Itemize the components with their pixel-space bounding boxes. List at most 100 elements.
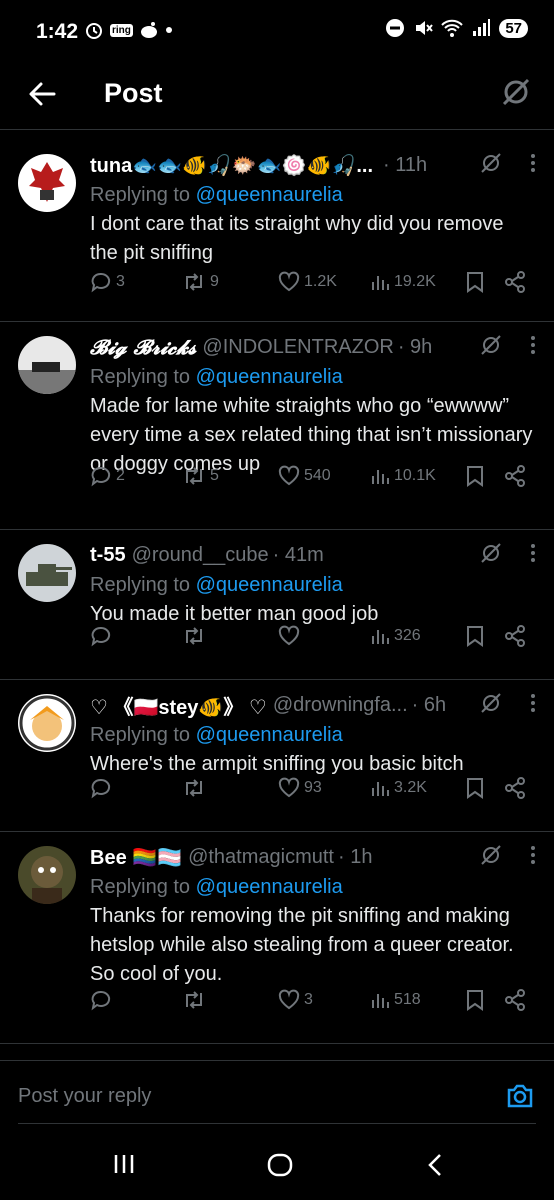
handle[interactable]: @INDOLENTRAZOR xyxy=(202,336,393,359)
avatar[interactable] xyxy=(18,846,76,904)
repost-button[interactable]: 5 xyxy=(182,465,219,487)
more-vertical-icon[interactable] xyxy=(530,845,536,865)
repost-icon xyxy=(186,273,202,291)
views-button[interactable]: 10.1K xyxy=(370,466,436,486)
share-button[interactable] xyxy=(504,989,526,1011)
grok-icon[interactable] xyxy=(480,152,502,174)
view-count: 326 xyxy=(394,627,421,644)
avatar[interactable] xyxy=(18,336,76,394)
grok-icon[interactable] xyxy=(480,334,502,356)
reply-input[interactable]: Post your reply xyxy=(18,1085,151,1108)
dnd-icon xyxy=(386,19,405,37)
replying-to-label: Replying to xyxy=(90,184,196,206)
more-vertical-icon[interactable] xyxy=(530,693,536,713)
timestamp: · 11h xyxy=(383,153,428,176)
reply-to-handle-link[interactable]: @queennaurelia xyxy=(196,876,343,898)
reply-to-handle-link[interactable]: @queennaurelia xyxy=(196,184,343,206)
bookmark-button[interactable] xyxy=(466,625,484,647)
reply-icon xyxy=(91,778,111,799)
views-button[interactable]: 518 xyxy=(370,990,421,1010)
replying-to: Replying to @queennaurelia xyxy=(90,872,536,902)
like-button[interactable] xyxy=(278,625,304,647)
display-name[interactable]: 𝓑𝓲𝓰 𝓑𝓻𝓲𝓬𝓴𝓼 xyxy=(90,335,196,359)
reply-button[interactable] xyxy=(90,989,116,1011)
handle[interactable]: @round__cube xyxy=(132,544,269,567)
back-arrow-icon[interactable] xyxy=(26,78,58,110)
reply-tweet[interactable]: Bee 🏳️‍🌈🏳️‍⚧️ @thatmagicmutt · 1h Replyi… xyxy=(0,832,554,1044)
like-button[interactable]: 540 xyxy=(278,465,331,487)
display-name[interactable]: ♡ 《🇵🇱stey🐠》 ♡ xyxy=(90,691,267,720)
repost-button[interactable] xyxy=(182,625,210,647)
share-button[interactable] xyxy=(504,777,526,799)
view-count: 19.2K xyxy=(394,273,436,290)
avatar[interactable] xyxy=(18,694,76,752)
replying-to: Replying to @queennaurelia xyxy=(90,362,536,392)
reply-to-handle-link[interactable]: @queennaurelia xyxy=(196,724,343,746)
reply-tweet[interactable]: 𝓑𝓲𝓰 𝓑𝓻𝓲𝓬𝓴𝓼 @INDOLENTRAZOR · 9h Replying … xyxy=(0,322,554,530)
reply-count: 3 xyxy=(116,273,125,290)
reply-tweet[interactable]: tuna🐟🐟🐠🎣🐡🐟🍥🐠🎣... · 11h Replying to @quee… xyxy=(0,140,554,322)
like-button[interactable]: 3 xyxy=(278,989,313,1011)
share-button[interactable] xyxy=(504,271,526,293)
more-vertical-icon[interactable] xyxy=(530,335,536,355)
like-count: 1.2K xyxy=(304,273,337,290)
display-name[interactable]: t-55 xyxy=(90,544,126,567)
ring-app-icon: ring xyxy=(110,23,133,37)
bookmark-icon xyxy=(467,272,483,293)
camera-icon[interactable] xyxy=(506,1083,534,1109)
display-name[interactable]: tuna🐟🐟🐠🎣🐡🐟🍥🐠🎣... xyxy=(90,153,373,178)
reply-button[interactable] xyxy=(90,625,116,647)
reply-icon xyxy=(91,272,111,293)
views-button[interactable]: 19.2K xyxy=(370,272,436,292)
reply-button[interactable]: 3 xyxy=(90,271,125,293)
handle[interactable]: @thatmagicmutt xyxy=(188,846,334,869)
like-button[interactable]: 1.2K xyxy=(278,271,337,293)
grok-icon[interactable] xyxy=(480,542,502,564)
views-button[interactable]: 3.2K xyxy=(370,778,427,798)
reply-button[interactable]: 2 xyxy=(90,465,125,487)
reply-to-handle-link[interactable]: @queennaurelia xyxy=(196,574,343,596)
repost-icon xyxy=(186,627,202,645)
share-button[interactable] xyxy=(504,465,526,487)
bookmark-icon xyxy=(467,626,483,647)
reply-button[interactable] xyxy=(90,777,116,799)
reply-tweet[interactable]: t-55 @round__cube · 41m Replying to @que… xyxy=(0,530,554,680)
like-button[interactable]: 93 xyxy=(278,777,322,799)
home-button[interactable] xyxy=(266,1152,294,1178)
back-button[interactable] xyxy=(424,1152,446,1178)
bookmark-button[interactable] xyxy=(466,989,484,1011)
handle[interactable]: @drowningfa... xyxy=(273,694,408,717)
bookmark-button[interactable] xyxy=(466,465,484,487)
recent-apps-button[interactable] xyxy=(112,1152,136,1176)
grok-icon[interactable] xyxy=(480,844,502,866)
more-vertical-icon[interactable] xyxy=(530,543,536,563)
replying-to: Replying to @queennaurelia xyxy=(90,570,536,600)
replies-feed: tuna🐟🐟🐠🎣🐡🐟🍥🐠🎣... · 11h Replying to @quee… xyxy=(0,140,554,1044)
heart-icon xyxy=(278,989,300,1010)
recent-apps-icon xyxy=(114,1155,134,1173)
bookmark-button[interactable] xyxy=(466,271,484,293)
reply-to-handle-link[interactable]: @queennaurelia xyxy=(196,366,343,388)
repost-button[interactable] xyxy=(182,989,210,1011)
share-button[interactable] xyxy=(504,625,526,647)
views-button[interactable]: 326 xyxy=(370,626,421,646)
repost-button[interactable]: 9 xyxy=(182,271,219,293)
replying-to: Replying to @queennaurelia xyxy=(90,720,536,750)
timestamp: · 1h xyxy=(337,845,373,868)
display-name[interactable]: Bee 🏳️‍🌈🏳️‍⚧️ xyxy=(90,845,182,870)
status-system-icons: 57 xyxy=(385,18,528,38)
grok-icon[interactable] xyxy=(480,692,502,714)
heart-icon xyxy=(278,777,300,798)
grok-icon[interactable] xyxy=(500,76,532,108)
reply-count: 2 xyxy=(116,467,125,484)
tweet-text: I dont care that its straight why did yo… xyxy=(90,213,504,264)
bookmark-button[interactable] xyxy=(466,777,484,799)
reply-tweet[interactable]: ♡ 《🇵🇱stey🐠》 ♡ @drowningfa... · 6h Replyi… xyxy=(0,680,554,832)
more-vertical-icon[interactable] xyxy=(530,153,536,173)
back-icon xyxy=(428,1154,441,1176)
avatar[interactable] xyxy=(18,544,76,602)
repost-icon xyxy=(186,991,202,1009)
avatar[interactable] xyxy=(18,154,76,212)
repost-button[interactable] xyxy=(182,777,210,799)
view-count: 3.2K xyxy=(394,779,427,796)
